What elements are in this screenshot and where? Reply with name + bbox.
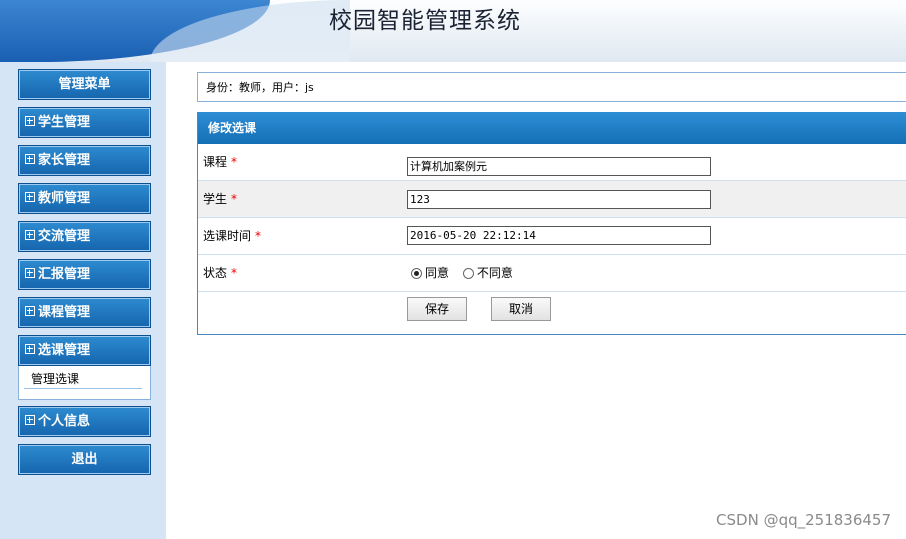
cancel-button[interactable]: 取消	[491, 297, 551, 321]
menu-title: 管理菜单	[18, 69, 151, 100]
submenu-divider	[24, 388, 142, 389]
status-radio-group: 同意 不同意	[411, 255, 513, 291]
sidebar-item-communication-management[interactable]: 交流管理	[18, 221, 151, 252]
save-button[interactable]: 保存	[407, 297, 467, 321]
edit-selection-form: 修改选课 课程 * 计算机加案例元 学生 * 123 选课时间 * 2016-05-2…	[197, 112, 906, 335]
time-input[interactable]: 2016-05-20 22:12:14	[407, 226, 711, 245]
expand-plus-icon	[25, 344, 35, 354]
form-row-status: 状态 * 同意 不同意	[198, 255, 906, 292]
status-disagree-label: 不同意	[476, 266, 513, 280]
form-row-student: 学生 * 123	[198, 181, 906, 218]
sidebar: 管理菜单 学生管理 家长管理 教师管理 交流管理 汇报管理 课程管理 选课管理 …	[0, 62, 166, 539]
form-title: 修改选课	[198, 112, 906, 144]
sidebar-item-personal-info[interactable]: 个人信息	[18, 406, 151, 437]
status-label: 状态 *	[203, 255, 237, 291]
sidebar-item-label: 个人信息	[38, 414, 91, 429]
sidebar-item-label: 选课管理	[38, 343, 91, 358]
sidebar-item-course-management[interactable]: 课程管理	[18, 297, 151, 328]
course-label-text: 课程	[203, 155, 228, 169]
sidebar-item-selection-management[interactable]: 选课管理	[18, 335, 151, 366]
student-label: 学生 *	[203, 181, 237, 217]
required-mark: *	[231, 266, 238, 280]
expand-plus-icon	[25, 230, 35, 240]
identity-bar: 身份：教师，用户：js	[197, 72, 906, 102]
status-disagree-radio[interactable]	[462, 268, 474, 279]
student-input[interactable]: 123	[407, 190, 711, 209]
expand-plus-icon	[25, 268, 35, 278]
form-row-course: 课程 * 计算机加案例元	[198, 144, 906, 181]
form-row-time: 选课时间 * 2016-05-20 22:12:14	[198, 218, 906, 255]
sidebar-item-label: 汇报管理	[38, 267, 91, 282]
submenu-item-manage-selection[interactable]: 管理选课	[31, 370, 79, 387]
expand-plus-icon	[25, 154, 35, 164]
student-label-text: 学生	[203, 192, 228, 206]
sidebar-item-report-management[interactable]: 汇报管理	[18, 259, 151, 290]
watermark: CSDN @qq_251836457	[716, 511, 891, 529]
app-title: 校园智能管理系统	[329, 8, 521, 34]
status-label-text: 状态	[203, 266, 228, 280]
sidebar-item-label: 教师管理	[38, 191, 91, 206]
time-label-text: 选课时间	[203, 229, 252, 243]
sidebar-item-parent-management[interactable]: 家长管理	[18, 145, 151, 176]
sidebar-item-label: 学生管理	[38, 115, 91, 130]
sidebar-item-label: 交流管理	[38, 229, 91, 244]
required-mark: *	[231, 155, 238, 169]
sidebar-item-teacher-management[interactable]: 教师管理	[18, 183, 151, 214]
course-input[interactable]: 计算机加案例元	[407, 157, 711, 176]
status-agree-label: 同意	[425, 266, 450, 280]
logout-button[interactable]: 退出	[18, 444, 151, 475]
form-row-actions: 保存 取消	[198, 292, 906, 328]
sidebar-item-label: 家长管理	[38, 153, 91, 168]
expand-plus-icon	[25, 116, 35, 126]
expand-plus-icon	[25, 192, 35, 202]
selection-submenu: 管理选课	[18, 366, 151, 400]
required-mark: *	[231, 192, 238, 206]
expand-plus-icon	[25, 306, 35, 316]
required-mark: *	[255, 229, 262, 243]
time-label: 选课时间 *	[203, 218, 261, 254]
app-header: 校园智能管理系统	[0, 0, 906, 62]
expand-plus-icon	[25, 415, 35, 425]
sidebar-item-student-management[interactable]: 学生管理	[18, 107, 151, 138]
course-label: 课程 *	[203, 144, 237, 180]
sidebar-item-label: 课程管理	[38, 305, 91, 320]
status-agree-radio[interactable]	[411, 268, 422, 279]
